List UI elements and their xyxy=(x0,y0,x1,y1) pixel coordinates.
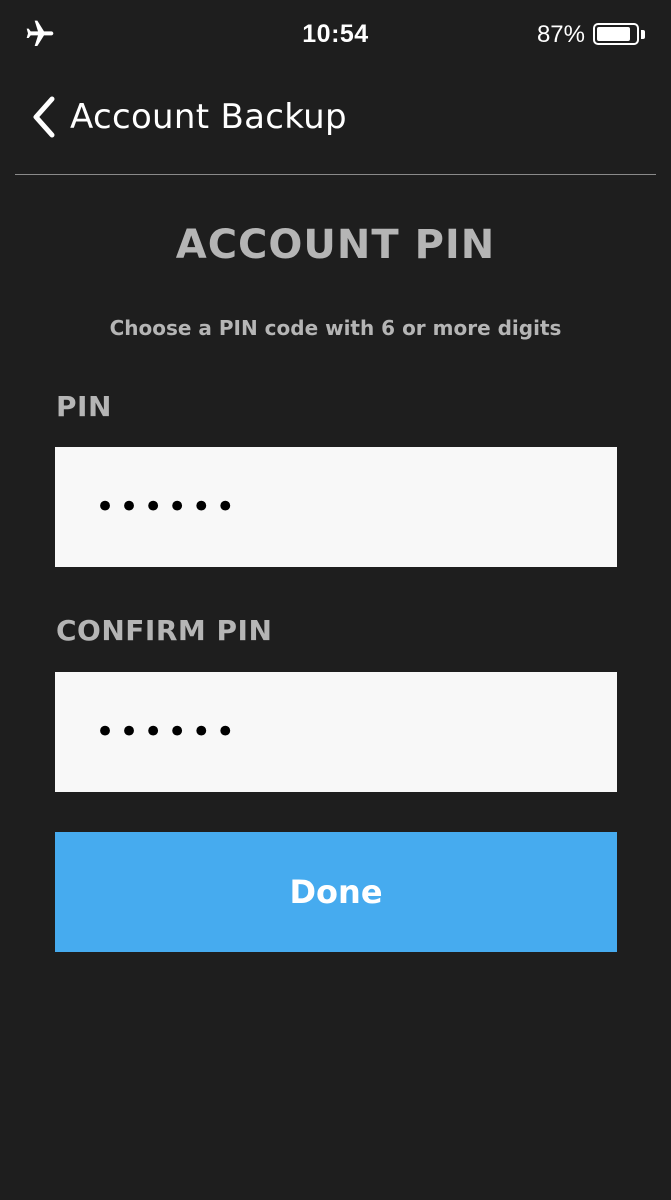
confirm-pin-label: CONFIRM PIN xyxy=(56,614,273,647)
done-button[interactable]: Done xyxy=(55,832,617,952)
battery-indicator: 87% xyxy=(537,20,647,50)
battery-percent: 87% xyxy=(536,21,585,48)
confirm-pin-field[interactable] xyxy=(55,672,617,792)
battery-icon xyxy=(593,23,647,47)
pin-label: PIN xyxy=(56,390,112,423)
chevron-left-icon xyxy=(33,96,55,138)
nav-title: Account Backup xyxy=(70,97,347,137)
pin-input[interactable] xyxy=(93,486,617,528)
pin-field[interactable] xyxy=(55,447,617,567)
nav-divider xyxy=(15,174,656,175)
nav-bar: Account Backup xyxy=(0,80,671,160)
page-subtitle: Choose a PIN code with 6 or more digits xyxy=(109,316,562,340)
back-button[interactable]: Account Backup xyxy=(30,92,347,142)
status-bar: 10:54 87% xyxy=(0,0,671,70)
page-title: ACCOUNT PIN xyxy=(175,222,496,268)
battery-fill xyxy=(597,27,631,41)
confirm-pin-input[interactable] xyxy=(93,711,617,753)
